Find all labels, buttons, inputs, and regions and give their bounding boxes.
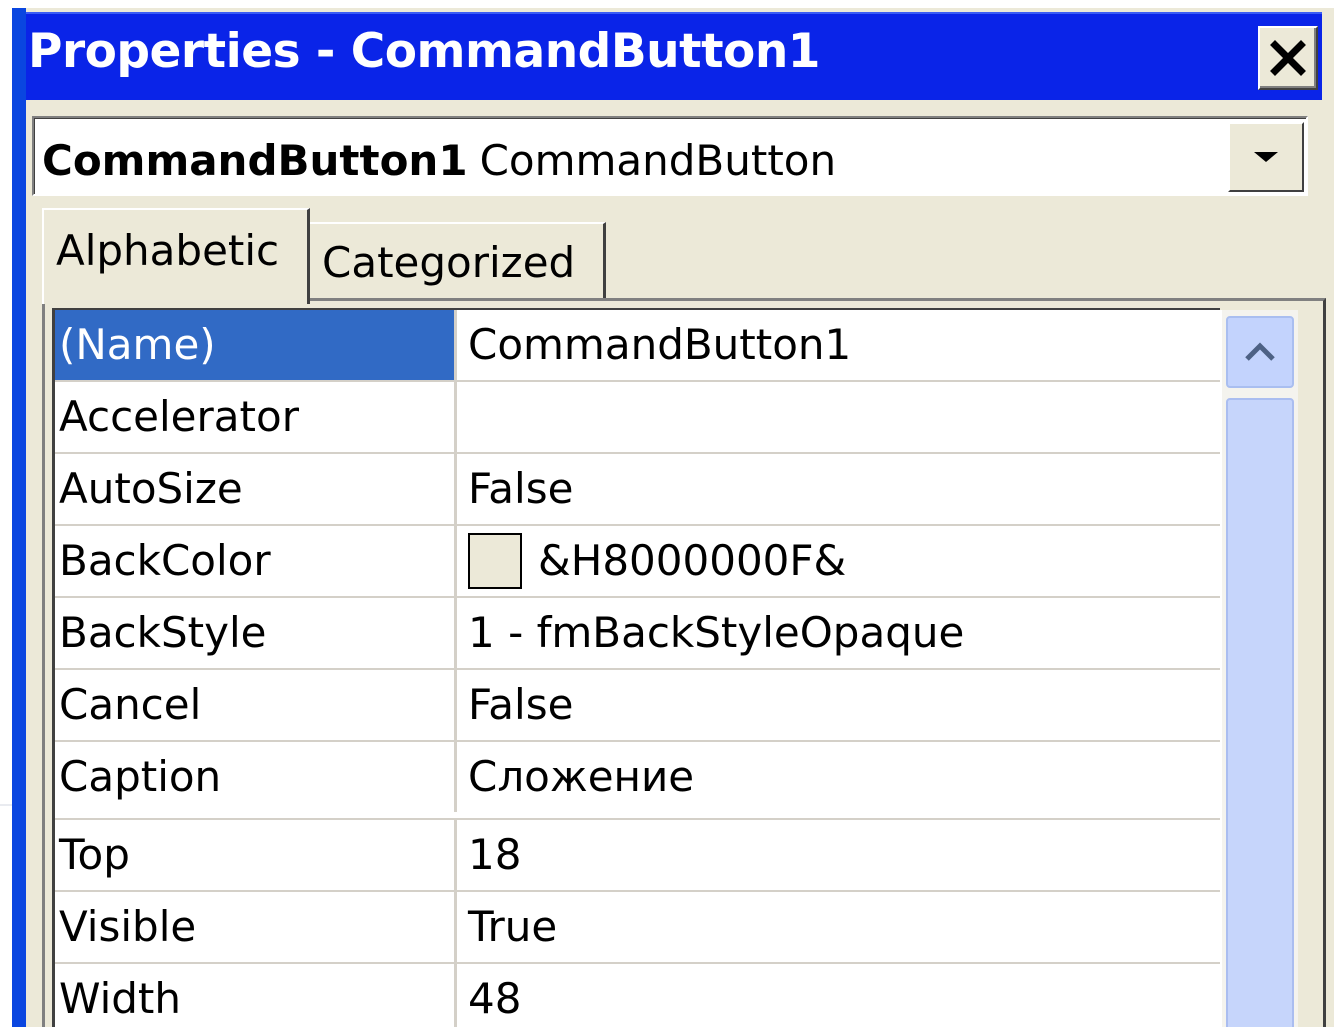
property-grid: (Name) CommandButton1 Accelerator AutoSi… bbox=[52, 308, 1220, 1027]
property-value: &H8000000F& bbox=[538, 536, 847, 585]
property-value[interactable]: 1 - fmBackStyleOpaque bbox=[460, 598, 1220, 668]
chevron-up-icon bbox=[1245, 342, 1275, 361]
tab-categorized[interactable]: Categorized bbox=[310, 222, 606, 304]
property-row-top[interactable]: Top 18 bbox=[55, 820, 1220, 892]
scroll-up-button[interactable] bbox=[1226, 316, 1294, 388]
window-title: Properties - CommandButton1 bbox=[28, 24, 821, 79]
property-value[interactable]: True bbox=[460, 892, 1220, 962]
color-swatch bbox=[468, 532, 522, 589]
chevron-down-icon bbox=[1254, 152, 1278, 162]
property-value[interactable]: False bbox=[460, 454, 1220, 524]
property-row-backcolor[interactable]: BackColor &H8000000F& bbox=[55, 526, 1220, 598]
object-type: CommandButton bbox=[479, 136, 837, 185]
property-value[interactable]: False bbox=[460, 670, 1220, 740]
close-icon bbox=[1270, 40, 1306, 76]
property-name: BackStyle bbox=[55, 598, 457, 668]
object-selector-text: CommandButton1 CommandButton bbox=[42, 136, 836, 185]
property-name: (Name) bbox=[55, 310, 457, 380]
property-row-caption[interactable]: Caption Сложение bbox=[55, 742, 1220, 820]
property-value-backcolor[interactable]: &H8000000F& bbox=[460, 526, 1220, 596]
object-name: CommandButton1 bbox=[42, 136, 468, 185]
title-bar[interactable]: Properties - CommandButton1 bbox=[26, 12, 1322, 100]
window-edge bbox=[12, 8, 26, 1027]
property-name: Caption bbox=[55, 742, 457, 812]
properties-window: Properties - CommandButton1 CommandButto… bbox=[12, 8, 1334, 1027]
property-value[interactable]: CommandButton1 bbox=[460, 310, 1220, 380]
property-value[interactable]: 18 bbox=[460, 820, 1220, 890]
property-value[interactable]: 48 bbox=[460, 964, 1220, 1027]
object-selector-combo[interactable]: CommandButton1 CommandButton bbox=[32, 116, 1308, 196]
close-button[interactable] bbox=[1258, 26, 1318, 90]
property-value[interactable] bbox=[460, 382, 1220, 452]
property-name: BackColor bbox=[55, 526, 457, 596]
property-row-accelerator[interactable]: Accelerator bbox=[55, 382, 1220, 454]
property-row-autosize[interactable]: AutoSize False bbox=[55, 454, 1220, 526]
property-name: Visible bbox=[55, 892, 457, 962]
property-row-width[interactable]: Width 48 bbox=[55, 964, 1220, 1027]
object-selector-dropdown-button[interactable] bbox=[1228, 122, 1304, 192]
property-row-backstyle[interactable]: BackStyle 1 - fmBackStyleOpaque bbox=[55, 598, 1220, 670]
property-row-name[interactable]: (Name) CommandButton1 bbox=[55, 310, 1220, 382]
property-name: Accelerator bbox=[55, 382, 457, 452]
property-name: AutoSize bbox=[55, 454, 457, 524]
property-row-cancel[interactable]: Cancel False bbox=[55, 670, 1220, 742]
property-value[interactable]: Сложение bbox=[460, 742, 1220, 812]
property-name: Top bbox=[55, 820, 457, 890]
scroll-thumb[interactable] bbox=[1226, 398, 1294, 1027]
property-row-visible[interactable]: Visible True bbox=[55, 892, 1220, 964]
vertical-scrollbar[interactable] bbox=[1220, 310, 1298, 1027]
tab-alphabetic[interactable]: Alphabetic bbox=[42, 208, 310, 304]
property-name: Width bbox=[55, 964, 457, 1027]
property-name: Cancel bbox=[55, 670, 457, 740]
